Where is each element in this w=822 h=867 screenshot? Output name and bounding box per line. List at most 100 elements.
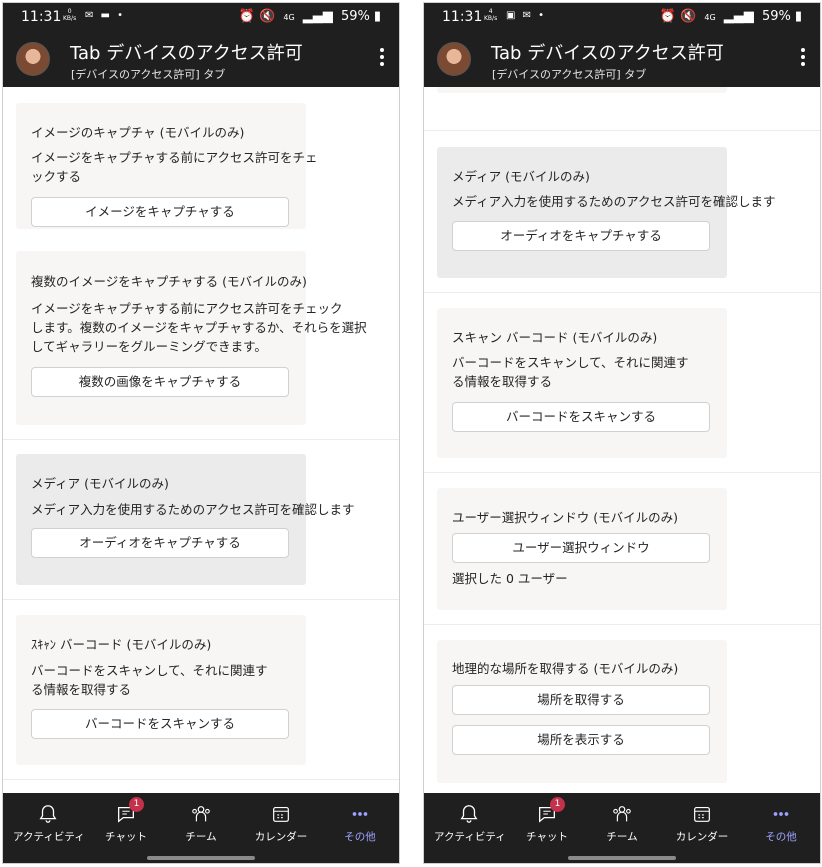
show-location-button[interactable]: 場所を表示する bbox=[452, 725, 710, 755]
card-people-picker: ユーザー選択ウィンドウ (モバイルのみ) ユーザー選択ウィンドウ 選択した 0 … bbox=[437, 488, 727, 610]
card-location: 地理的な場所を取得する (モバイルのみ) 場所を取得する 場所を表示する bbox=[437, 640, 727, 783]
teams-icon bbox=[613, 806, 631, 822]
home-indicator[interactable] bbox=[147, 856, 255, 860]
more-options-icon[interactable] bbox=[800, 46, 806, 70]
card-partial bbox=[437, 87, 727, 93]
notification-icons: ✉ ▬ • bbox=[85, 10, 126, 21]
divider bbox=[3, 439, 399, 440]
tab-chat[interactable]: 1 チャット bbox=[512, 797, 582, 844]
tab-label: チャット bbox=[526, 831, 568, 843]
status-time: 11:31 bbox=[21, 9, 62, 25]
battery-icon: ▮ bbox=[373, 9, 381, 24]
tab-more[interactable]: その他 bbox=[325, 803, 395, 844]
capture-audio-button[interactable]: オーディオをキャプチャする bbox=[31, 528, 289, 558]
avatar[interactable] bbox=[437, 42, 471, 76]
more-options-icon[interactable] bbox=[379, 46, 385, 70]
selected-users-count: 選択した 0 ユーザー bbox=[452, 571, 568, 586]
page-title: Tab デバイスのアクセス許可 bbox=[491, 43, 724, 64]
divider bbox=[424, 130, 820, 131]
phone-screen-left: 11:31 0 KB/s ✉ ▬ • ⏰ 🔇 4G ▂▄▆ 59% ▮ Tab デバイ… bbox=[2, 2, 400, 864]
battery-level: 59% bbox=[340, 9, 370, 24]
tab-label: その他 bbox=[344, 831, 376, 843]
signal-label: 4G bbox=[283, 13, 295, 22]
tab-label: その他 bbox=[765, 831, 797, 843]
card-title: メディア (モバイルのみ) bbox=[31, 476, 169, 491]
teams-icon bbox=[192, 806, 210, 822]
tab-teams[interactable]: チーム bbox=[587, 803, 657, 844]
scroll-content[interactable]: メディア (モバイルのみ) メディア入力を使用するためのアクセス許可を確認します… bbox=[424, 87, 820, 795]
bell-icon bbox=[39, 805, 57, 823]
page-subtitle: [デバイスのアクセス許可] タブ bbox=[492, 68, 647, 81]
system-icons: ⏰ 🔇 4G ▂▄▆ 59% ▮ bbox=[235, 9, 381, 24]
card-description: バーコードをスキャンして、それに関連す る情報を取得する bbox=[31, 663, 268, 697]
scroll-content[interactable]: イメージのキャプチャ (モバイルのみ) イメージをキャプチャする前にアクセス許可… bbox=[3, 87, 399, 795]
bell-icon bbox=[460, 805, 478, 823]
tab-label: チャット bbox=[105, 831, 147, 843]
get-location-button[interactable]: 場所を取得する bbox=[452, 685, 710, 715]
capture-image-button[interactable]: イメージをキャプチャする bbox=[31, 197, 289, 227]
divider bbox=[424, 624, 820, 625]
card-title: メディア (モバイルのみ) bbox=[452, 169, 590, 184]
tab-label: アクティビティ bbox=[434, 831, 506, 843]
card-image-capture: イメージのキャプチャ (モバイルのみ) イメージをキャプチャする前にアクセス許可… bbox=[16, 103, 318, 229]
battery-level: 59% bbox=[761, 9, 791, 24]
mute-icon: 🔇 bbox=[680, 9, 697, 24]
calendar-icon bbox=[273, 806, 289, 822]
tab-calendar[interactable]: カレンダー bbox=[246, 803, 316, 844]
system-icons: ⏰ 🔇 4G ▂▄▆ 59% ▮ bbox=[656, 9, 802, 24]
home-indicator[interactable] bbox=[568, 856, 676, 860]
more-icon bbox=[352, 812, 368, 816]
scan-barcode-button[interactable]: バーコードをスキャンする bbox=[452, 402, 710, 432]
divider bbox=[3, 599, 399, 600]
card-title: スキャン バーコード (モバイルのみ) bbox=[452, 330, 658, 345]
status-time: 11:31 bbox=[442, 9, 483, 25]
calendar-icon bbox=[694, 806, 710, 822]
bottom-tab-bar: アクティビティ 1 チャット チーム カレンダー その他 bbox=[424, 793, 820, 863]
divider bbox=[424, 292, 820, 293]
alarm-icon: ⏰ bbox=[659, 9, 677, 24]
card-description: メディア入力を使用するためのアクセス許可を確認します bbox=[31, 502, 355, 517]
tab-more[interactable]: その他 bbox=[746, 803, 816, 844]
card-title: 地理的な場所を取得する (モバイルのみ) bbox=[452, 661, 679, 676]
tab-calendar[interactable]: カレンダー bbox=[667, 803, 737, 844]
tab-chat[interactable]: 1 チャット bbox=[91, 797, 161, 844]
tab-label: カレンダー bbox=[254, 831, 308, 843]
mute-icon: 🔇 bbox=[259, 9, 276, 24]
network-speed: 4 KB/s bbox=[484, 8, 498, 22]
page-title: Tab デバイスのアクセス許可 bbox=[70, 43, 303, 64]
tab-activity[interactable]: アクティビティ bbox=[13, 803, 85, 844]
avatar[interactable] bbox=[16, 42, 50, 76]
signal-label: 4G bbox=[704, 13, 716, 22]
card-title: ｽｷｬﾝ バーコード (モバイルのみ) bbox=[31, 637, 212, 652]
tab-activity[interactable]: アクティビティ bbox=[434, 803, 506, 844]
alarm-icon: ⏰ bbox=[238, 9, 256, 24]
card-barcode: ｽｷｬﾝ バーコード (モバイルのみ) バーコードをスキャンして、それに関連す … bbox=[16, 615, 306, 765]
capture-audio-button[interactable]: オーディオをキャプチャする bbox=[452, 221, 710, 251]
tab-teams[interactable]: チーム bbox=[166, 803, 236, 844]
card-description: バーコードをスキャンして、それに関連す る情報を取得する bbox=[452, 355, 689, 389]
app-header: Tab デバイスのアクセス許可 [デバイスのアクセス許可] タブ bbox=[424, 31, 820, 87]
signal-icon: ▂▄▆ bbox=[723, 9, 754, 24]
page-subtitle: [デバイスのアクセス許可] タブ bbox=[71, 68, 226, 81]
card-description: イメージをキャプチャする前にアクセス許可をチェ ックする bbox=[31, 150, 318, 184]
card-media: メディア (モバイルのみ) メディア入力を使用するためのアクセス許可を確認します… bbox=[437, 147, 776, 278]
people-picker-button[interactable]: ユーザー選択ウィンドウ bbox=[452, 533, 710, 563]
more-icon bbox=[773, 812, 789, 816]
card-title: ユーザー選択ウィンドウ (モバイルのみ) bbox=[452, 510, 678, 525]
network-speed: 0 KB/s bbox=[63, 8, 77, 22]
capture-multiple-images-button[interactable]: 複数の画像をキャプチャする bbox=[31, 367, 289, 397]
chat-badge: 1 bbox=[550, 797, 565, 812]
card-title: 複数のイメージをキャプチャする (モバイルのみ) bbox=[31, 274, 307, 289]
card-title: イメージのキャプチャ (モバイルのみ) bbox=[31, 125, 245, 140]
scan-barcode-button[interactable]: バーコードをスキャンする bbox=[31, 709, 289, 739]
status-bar: 11:31 4 KB/s ▣ ✉ • ⏰ 🔇 4G ▂▄▆ 59% ▮ bbox=[424, 3, 820, 31]
phone-screen-right: 11:31 4 KB/s ▣ ✉ • ⏰ 🔇 4G ▂▄▆ 59% ▮ Tab デバイ… bbox=[423, 2, 821, 864]
signal-icon: ▂▄▆ bbox=[302, 9, 333, 24]
tab-label: チーム bbox=[185, 831, 217, 843]
card-media: メディア (モバイルのみ) メディア入力を使用するためのアクセス許可を確認します… bbox=[16, 454, 355, 585]
card-description: メディア入力を使用するためのアクセス許可を確認します bbox=[452, 194, 776, 209]
status-bar: 11:31 0 KB/s ✉ ▬ • ⏰ 🔇 4G ▂▄▆ 59% ▮ bbox=[3, 3, 399, 31]
card-barcode: スキャン バーコード (モバイルのみ) バーコードをスキャンして、それに関連す … bbox=[437, 308, 727, 458]
bottom-tab-bar: アクティビティ 1 チャット チーム カレンダー その他 bbox=[3, 793, 399, 863]
divider bbox=[3, 779, 399, 780]
